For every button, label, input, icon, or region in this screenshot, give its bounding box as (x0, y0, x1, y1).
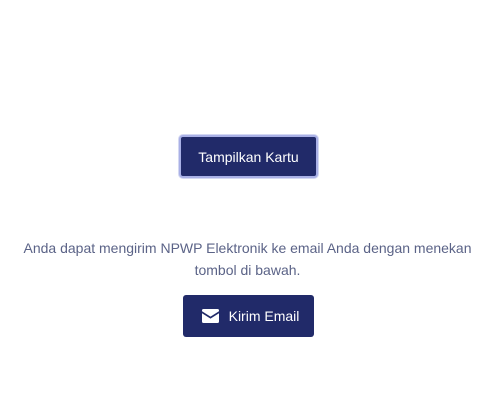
send-email-label: Kirim Email (228, 308, 300, 324)
email-info-text: Anda dapat mengirim NPWP Elektronik ke e… (23, 240, 472, 278)
page: Tampilkan Kartu Anda dapat mengirim NPWP… (0, 0, 495, 398)
envelope-icon (201, 309, 219, 323)
show-card-button[interactable]: Tampilkan Kartu (179, 135, 318, 178)
send-email-button[interactable]: Kirim Email (183, 295, 314, 337)
